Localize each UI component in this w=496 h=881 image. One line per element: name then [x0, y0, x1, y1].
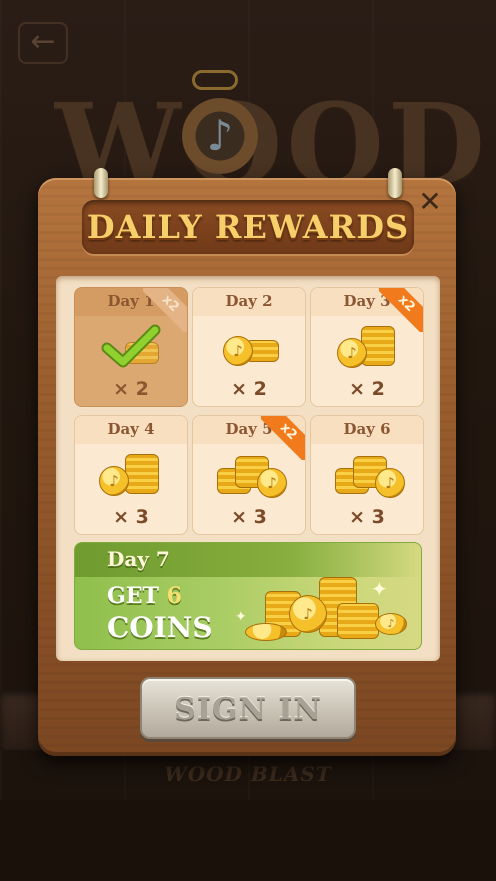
day-2-card[interactable]: Day 2 ♪ × 2: [192, 287, 306, 407]
day-4-amount: × 3: [113, 506, 149, 528]
coin-icon: ♪: [193, 318, 305, 376]
day-4-card[interactable]: Day 4 ♪ × 3: [74, 415, 188, 535]
coin-icon: ♪: [311, 318, 423, 376]
sparkle-icon: ✦: [235, 609, 247, 625]
day-2-amount: × 2: [231, 378, 267, 400]
day-6-amount: × 3: [349, 506, 385, 528]
day-6-label: Day 6: [343, 420, 391, 438]
day-4-label: Day 4: [107, 420, 155, 438]
day-5-card[interactable]: Day 5 x2 ♪ × 3: [192, 415, 306, 535]
popup-title: DAILY REWARDS: [86, 208, 410, 246]
coin-icon: ♪: [193, 446, 305, 504]
day-2-label: Day 2: [225, 292, 273, 310]
coin-icon: ♪: [311, 446, 423, 504]
day-3-amount: × 2: [349, 378, 385, 400]
checkmark-icon: [101, 324, 161, 368]
day-1-card[interactable]: Day 1 x2 × 2: [74, 287, 188, 407]
back-arrow-icon[interactable]: ←: [18, 22, 68, 64]
background-floor: [0, 800, 496, 881]
nail-right-icon: [388, 168, 402, 198]
title-plate: DAILY REWARDS: [82, 200, 414, 254]
sparkle-icon: ✦: [371, 577, 388, 601]
day-1-amount: × 2: [113, 378, 149, 400]
day-7-reward-text: GET 6: [107, 583, 182, 609]
footer-logo: WOOD BLAST: [164, 762, 332, 786]
sign-in-button[interactable]: SIGN IN: [140, 677, 356, 739]
day-7-coins-text: COINS: [107, 611, 213, 644]
music-note-icon: ♪: [182, 98, 258, 174]
day-7-label: Day 7: [107, 547, 170, 571]
day-5-amount: × 3: [231, 506, 267, 528]
day-7-card[interactable]: Day 7 GET 6 COINS ♪ ♪ ✦ ✦: [74, 542, 422, 650]
close-icon[interactable]: ✕: [418, 188, 442, 216]
coin-icon: ♪: [75, 446, 187, 504]
day-3-card[interactable]: Day 3 x2 ♪ × 2: [310, 287, 424, 407]
day-6-card[interactable]: Day 6 ♪ × 3: [310, 415, 424, 535]
nail-left-icon: [94, 168, 108, 198]
coin-icon: [75, 318, 187, 376]
